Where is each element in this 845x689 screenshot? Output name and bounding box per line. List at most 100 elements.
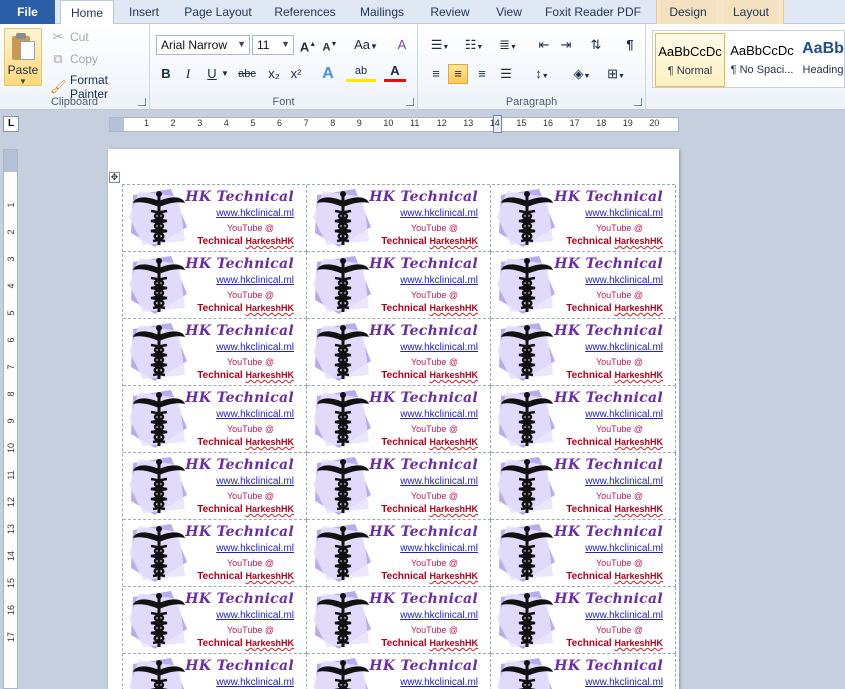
table-move-handle[interactable]: ✥ (109, 172, 120, 183)
tab-layout[interactable]: Layout (724, 0, 778, 24)
label-url-link[interactable]: www.hkclinical.ml (400, 610, 478, 621)
label-cell[interactable]: HK Technical www.hkclinical.ml YouTube @… (307, 319, 491, 386)
label-url-link[interactable]: www.hkclinical.ml (400, 677, 478, 688)
bullets-button[interactable]: ☰▼ (426, 35, 454, 55)
label-cell[interactable]: HK Technical www.hkclinical.ml YouTube @… (307, 386, 491, 453)
paragraph-dialog-launcher[interactable] (634, 98, 642, 106)
label-cell[interactable]: HK Technical www.hkclinical.ml YouTube @… (123, 185, 307, 252)
label-cell[interactable]: HK Technical www.hkclinical.ml YouTube @… (123, 520, 307, 587)
align-center-button[interactable]: ≡ (448, 64, 468, 84)
tab-references[interactable]: References (268, 0, 342, 24)
tab-insert[interactable]: Insert (120, 0, 168, 24)
label-cell[interactable]: HK Technical www.hkclinical.ml YouTube @… (491, 319, 676, 386)
tab-view[interactable]: View (486, 0, 532, 24)
copy-button[interactable]: ⧉ Copy (50, 51, 98, 67)
label-cell[interactable]: HK Technical www.hkclinical.ml YouTube @… (491, 252, 676, 319)
italic-button[interactable]: I (178, 64, 198, 84)
label-url-link[interactable]: www.hkclinical.ml (400, 342, 478, 353)
style-heading-1[interactable]: AaBb Heading (799, 33, 845, 87)
label-cell[interactable]: HK Technical www.hkclinical.ml YouTube @… (491, 453, 676, 520)
label-url-link[interactable]: www.hkclinical.ml (585, 677, 663, 688)
tab-design[interactable]: Design (660, 0, 716, 24)
label-table[interactable]: HK Technical www.hkclinical.ml YouTube @… (122, 184, 676, 689)
tab-home[interactable]: Home (60, 0, 114, 25)
font-size-combo[interactable]: 11 ▼ (252, 35, 294, 55)
tab-selector-button[interactable]: L (3, 116, 19, 132)
label-url-link[interactable]: www.hkclinical.ml (400, 409, 478, 420)
shading-button[interactable]: ◈▼ (568, 64, 596, 84)
vertical-ruler[interactable]: 1 2 3 4 5 6 7 8 9 10 11 12 13 14 15 16 17 (3, 149, 18, 689)
tab-foxit-reader-pdf[interactable]: Foxit Reader PDF (540, 0, 646, 24)
label-cell[interactable]: HK Technical www.hkclinical.ml YouTube @… (123, 587, 307, 654)
label-url-link[interactable]: www.hkclinical.ml (216, 543, 294, 554)
line-spacing-button[interactable]: ↕▼ (528, 64, 556, 84)
shrink-font-button[interactable]: A▼ (320, 35, 340, 55)
label-cell[interactable]: HK Technical www.hkclinical.ml YouTube @… (123, 654, 307, 689)
paste-button[interactable]: Paste ▼ (4, 28, 42, 86)
font-name-combo[interactable]: Arial Narrow ▼ (156, 35, 250, 55)
label-url-link[interactable]: www.hkclinical.ml (585, 275, 663, 286)
sort-button[interactable]: ⇅ (586, 35, 606, 55)
label-url-link[interactable]: www.hkclinical.ml (400, 275, 478, 286)
clear-formatting-button[interactable]: A (392, 35, 412, 55)
clipboard-dialog-launcher[interactable] (138, 98, 146, 106)
style-no-spacing[interactable]: AaBbCcDc ¶ No Spaci... (727, 33, 797, 87)
label-url-link[interactable]: www.hkclinical.ml (216, 476, 294, 487)
label-cell[interactable]: HK Technical www.hkclinical.ml YouTube @… (491, 386, 676, 453)
label-url-link[interactable]: www.hkclinical.ml (400, 543, 478, 554)
label-cell[interactable]: HK Technical www.hkclinical.ml YouTube @… (307, 185, 491, 252)
label-cell[interactable]: HK Technical www.hkclinical.ml YouTube @… (307, 453, 491, 520)
label-url-link[interactable]: www.hkclinical.ml (216, 208, 294, 219)
label-url-link[interactable]: www.hkclinical.ml (216, 610, 294, 621)
superscript-button[interactable]: x² (286, 64, 306, 84)
label-cell[interactable]: HK Technical www.hkclinical.ml YouTube @… (307, 520, 491, 587)
horizontal-ruler[interactable]: 1 2 3 4 5 6 7 8 9 10 11 12 13 14 15 16 17 18 19 20 (109, 115, 679, 133)
underline-button[interactable]: U (202, 64, 222, 84)
numbering-button[interactable]: ☷▼ (460, 35, 488, 55)
highlight-button[interactable]: ab (346, 64, 376, 82)
borders-button[interactable]: ⊞▼ (602, 64, 630, 84)
change-case-button[interactable]: Aa▼ (352, 35, 380, 55)
subscript-button[interactable]: x₂ (264, 64, 284, 84)
tab-review[interactable]: Review (424, 0, 476, 24)
label-cell[interactable]: HK Technical www.hkclinical.ml YouTube @… (123, 252, 307, 319)
multilevel-list-button[interactable]: ≣▼ (494, 35, 522, 55)
label-url-link[interactable]: www.hkclinical.ml (585, 610, 663, 621)
justify-button[interactable]: ☰ (496, 64, 516, 84)
font-dialog-launcher[interactable] (406, 98, 414, 106)
text-effects-button[interactable]: A (318, 64, 338, 84)
label-cell[interactable]: HK Technical www.hkclinical.ml YouTube @… (491, 654, 676, 689)
label-cell[interactable]: HK Technical www.hkclinical.ml YouTube @… (491, 520, 676, 587)
label-cell[interactable]: HK Technical www.hkclinical.ml YouTube @… (123, 386, 307, 453)
bold-button[interactable]: B (156, 64, 176, 84)
label-url-link[interactable]: www.hkclinical.ml (216, 342, 294, 353)
increase-indent-button[interactable]: ⇥ (556, 35, 576, 55)
cut-button[interactable]: ✂ Cut (50, 29, 89, 45)
label-url-link[interactable]: www.hkclinical.ml (216, 409, 294, 420)
label-url-link[interactable]: www.hkclinical.ml (400, 476, 478, 487)
chevron-down-icon[interactable]: ▼ (220, 64, 230, 84)
label-url-link[interactable]: www.hkclinical.ml (585, 543, 663, 554)
label-cell[interactable]: HK Technical www.hkclinical.ml YouTube @… (307, 587, 491, 654)
tab-page-layout[interactable]: Page Layout (178, 0, 258, 24)
decrease-indent-button[interactable]: ⇤ (534, 35, 554, 55)
tab-mailings[interactable]: Mailings (352, 0, 412, 24)
label-cell[interactable]: HK Technical www.hkclinical.ml YouTube @… (491, 587, 676, 654)
label-cell[interactable]: HK Technical www.hkclinical.ml YouTube @… (123, 319, 307, 386)
tab-file[interactable]: File (0, 0, 55, 24)
font-color-button[interactable]: A (384, 64, 406, 82)
align-left-button[interactable]: ≡ (426, 64, 446, 84)
label-cell[interactable]: HK Technical www.hkclinical.ml YouTube @… (123, 453, 307, 520)
label-url-link[interactable]: www.hkclinical.ml (585, 208, 663, 219)
label-cell[interactable]: HK Technical www.hkclinical.ml YouTube @… (307, 654, 491, 689)
label-url-link[interactable]: www.hkclinical.ml (585, 342, 663, 353)
strikethrough-button[interactable]: abc (234, 64, 260, 84)
label-url-link[interactable]: www.hkclinical.ml (585, 476, 663, 487)
align-right-button[interactable]: ≡ (472, 64, 492, 84)
label-url-link[interactable]: www.hkclinical.ml (400, 208, 478, 219)
label-cell[interactable]: HK Technical www.hkclinical.ml YouTube @… (491, 185, 676, 252)
style-normal[interactable]: AaBbCcDc ¶ Normal (655, 33, 725, 87)
label-url-link[interactable]: www.hkclinical.ml (585, 409, 663, 420)
show-formatting-button[interactable]: ¶ (620, 35, 640, 55)
label-url-link[interactable]: www.hkclinical.ml (216, 677, 294, 688)
